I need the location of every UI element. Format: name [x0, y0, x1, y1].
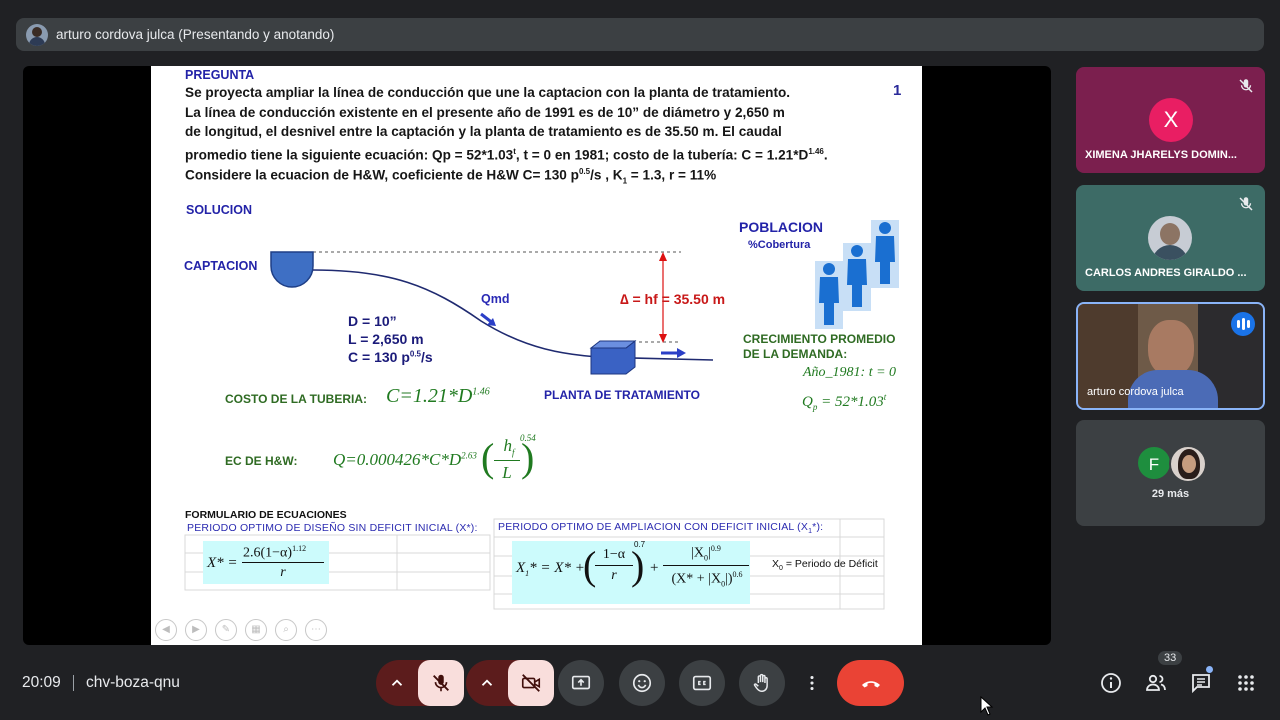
mic-control-group[interactable]: [376, 660, 464, 706]
f2-t1-exponent: 0.7: [634, 540, 646, 549]
mic-off-icon: [1239, 79, 1253, 93]
x0-main: X: [772, 558, 780, 570]
camera-off-icon: [521, 674, 541, 692]
avatar-face: [1160, 223, 1180, 245]
more-options-button[interactable]: [797, 660, 827, 706]
avatar-face: [1182, 455, 1196, 473]
end-call-icon: [861, 681, 880, 688]
more-vert-icon: [810, 675, 814, 691]
avatar: [1148, 216, 1192, 260]
activities-grid-icon[interactable]: [1234, 671, 1258, 695]
video-person-head: [1148, 320, 1194, 376]
f2-t2-num-main: |X: [691, 545, 705, 561]
presentation-stage: PREGUNTA 1 Se proyecta ampliar la línea …: [23, 66, 1051, 645]
f2-t1-numerator: 1−α: [602, 547, 626, 562]
f2-lhs: X1* = X* +: [516, 560, 585, 578]
f2-t1-bar: [595, 565, 633, 566]
x0-definition: X0 = Periodo de Déficit: [772, 558, 878, 572]
participant-name: XIMENA JHARELYS DOMIN...: [1085, 149, 1237, 161]
chat-unread-dot: [1206, 666, 1213, 673]
separator: [73, 675, 74, 691]
meet-window: arturo cordova julca (Presentando y anot…: [0, 0, 1280, 720]
meeting-info-icon[interactable]: [1099, 671, 1123, 695]
more-options-icon[interactable]: ⋯: [305, 619, 327, 641]
meeting-controls-bar: 20:09 chv-boza-qnu: [0, 650, 1280, 720]
captions-icon: [692, 675, 712, 691]
meeting-clock: 20:09: [22, 674, 61, 691]
meeting-code: chv-boza-qnu: [86, 674, 180, 691]
prev-slide-icon[interactable]: ◀: [155, 619, 177, 641]
participant-tile-others[interactable]: F 29 más: [1076, 420, 1265, 526]
participant-tile-arturo[interactable]: arturo cordova julca: [1076, 302, 1265, 410]
mic-off-icon: [433, 674, 449, 692]
f1-num-main: 2.6(1−α): [243, 545, 293, 561]
avatar: [1169, 445, 1207, 483]
people-count-badge: 33: [1158, 651, 1183, 665]
zoom-icon[interactable]: ⌕: [275, 619, 297, 641]
pen-icon[interactable]: ✎: [215, 619, 237, 641]
f2-plus: +: [650, 560, 659, 576]
camera-toggle-button[interactable]: [508, 660, 554, 706]
presenter-label: arturo cordova julca (Presentando y anot…: [56, 27, 335, 42]
f1-frac-bar: [242, 562, 324, 563]
f1-num-exp: 1.12: [292, 544, 307, 553]
leave-call-button[interactable]: [837, 660, 904, 706]
f2-t2-num-exp: 0.9: [710, 544, 721, 553]
participant-name: arturo cordova julca: [1087, 386, 1184, 398]
raise-hand-button[interactable]: [739, 660, 785, 706]
f1-lhs: X* =: [207, 555, 238, 571]
reactions-button[interactable]: [619, 660, 665, 706]
mic-off-icon: [1239, 197, 1253, 211]
avatar: X: [1149, 98, 1193, 142]
f2-t2-bar: [663, 565, 749, 566]
camera-control-group[interactable]: [466, 660, 554, 706]
others-count: 29 más: [1151, 488, 1190, 500]
f2-t2-denominator: (X* + |X0|)0.6: [661, 570, 753, 588]
f2-t2-numerator: |X0|0.9: [663, 544, 749, 562]
x0-rest: = Periodo de Déficit: [782, 558, 878, 570]
presenter-avatar: [26, 23, 48, 46]
next-slide-icon[interactable]: ▶: [185, 619, 207, 641]
participant-name: CARLOS ANDRES GIRALDO ...: [1085, 267, 1247, 279]
speaking-indicator-icon: [1231, 312, 1255, 336]
mic-options-chevron-up-icon[interactable]: [388, 674, 406, 692]
f2-right-paren: ): [631, 543, 645, 588]
present-screen-icon: [571, 675, 591, 690]
participant-tile-ximena[interactable]: X XIMENA JHARELYS DOMIN...: [1076, 67, 1265, 173]
emoji-icon: [632, 673, 652, 693]
avatar-shoulders: [1152, 245, 1188, 260]
f2-lhs-rest: * = X* +: [529, 560, 585, 576]
f2-t2-den-exp: 0.6: [732, 570, 743, 579]
f2-lhs-main: X: [516, 560, 526, 576]
f2-t1-denominator: r: [611, 568, 617, 583]
slide-toolbar[interactable]: ◀ ▶ ✎ ▦ ⌕ ⋯: [155, 619, 335, 641]
present-screen-button[interactable]: [558, 660, 604, 706]
f1-denominator: r: [280, 565, 286, 580]
f1-numerator: 2.6(1−α)1.12: [243, 544, 306, 562]
captions-button[interactable]: [679, 660, 725, 706]
f2-t2-den-main: (X* + |X: [671, 571, 722, 587]
camera-options-chevron-up-icon[interactable]: [478, 674, 496, 692]
f2-t2-den-end: |): [725, 571, 733, 587]
mouse-cursor-icon: [980, 696, 994, 716]
slides-grid-icon[interactable]: ▦: [245, 619, 267, 641]
presenter-bar[interactable]: arturo cordova julca (Presentando y anot…: [16, 18, 1264, 51]
avatar: F: [1136, 445, 1172, 481]
people-icon[interactable]: [1144, 671, 1168, 695]
chat-icon[interactable]: [1189, 671, 1213, 695]
participant-tile-carlos[interactable]: CARLOS ANDRES GIRALDO ...: [1076, 185, 1265, 291]
mic-toggle-button[interactable]: [418, 660, 464, 706]
raise-hand-icon: [753, 673, 768, 692]
shared-slide: PREGUNTA 1 Se proyecta ampliar la línea …: [151, 66, 922, 645]
